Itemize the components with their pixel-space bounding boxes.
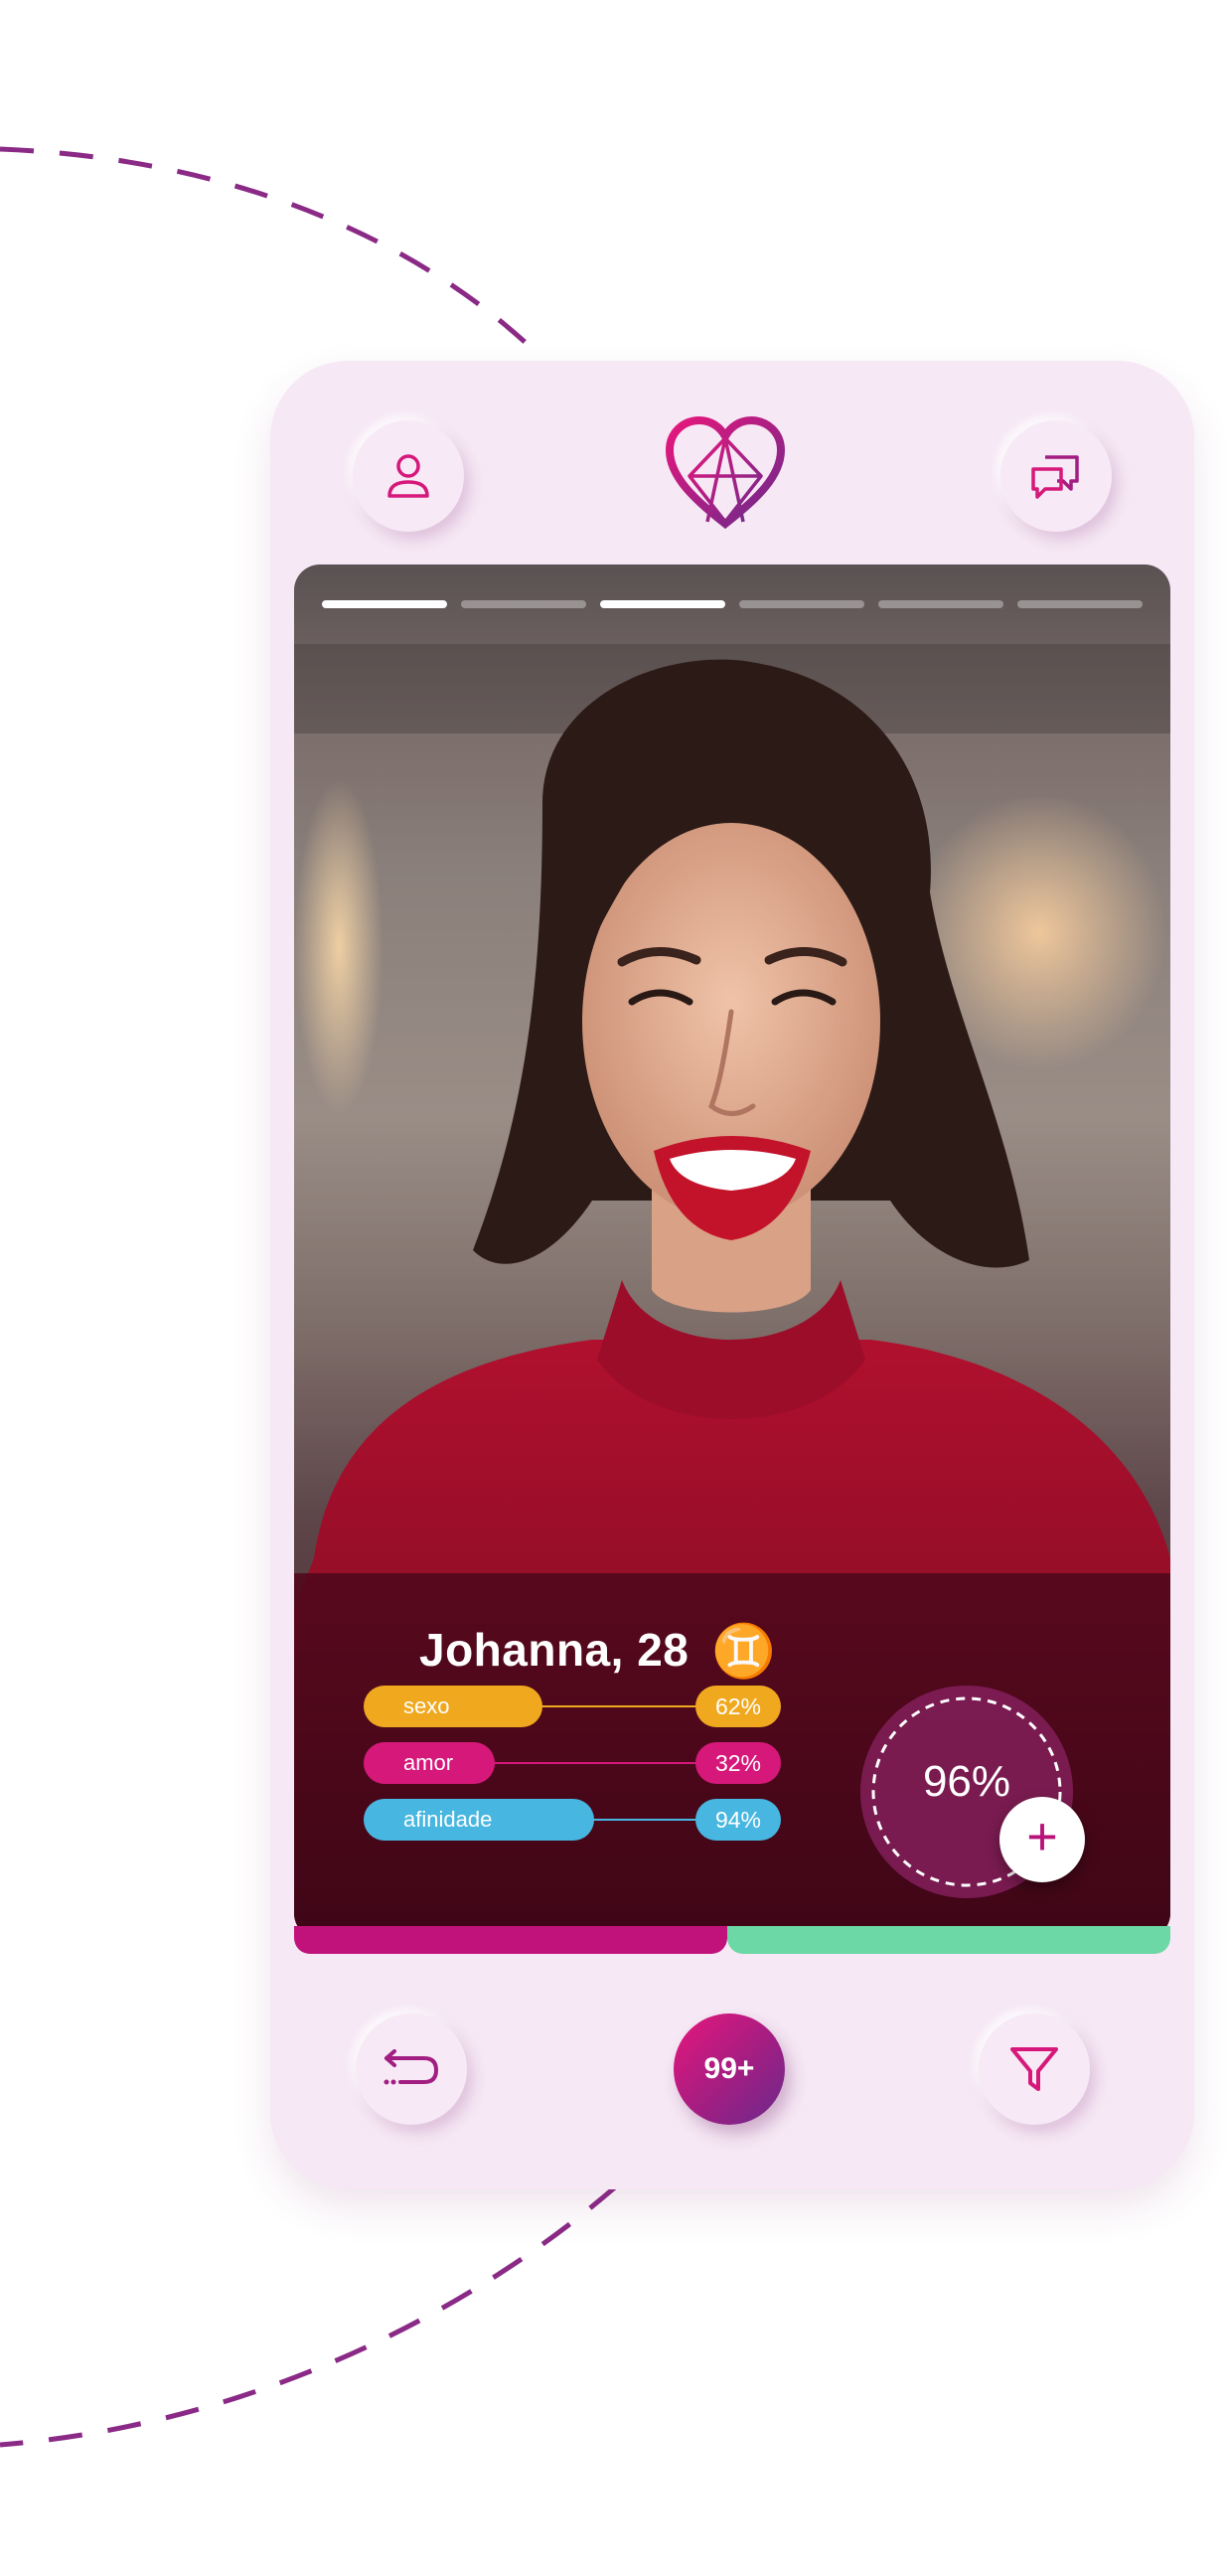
filter-button[interactable] <box>979 2013 1090 2125</box>
undo-return-icon <box>383 2049 439 2085</box>
filter-funnel-icon <box>1010 2047 1058 2091</box>
heart-logo-icon <box>665 415 786 530</box>
stat-sexo: sexo 62% <box>364 1686 781 1727</box>
progress-segment <box>878 600 1003 608</box>
profile-info-panel: Johanna, 28 ♊ sexo 62% amor 32% afinidad… <box>294 1573 1170 1939</box>
dislike-tab[interactable] <box>294 1926 727 1954</box>
progress-segment <box>461 600 586 608</box>
profile-name-age: Johanna, 28 <box>419 1624 690 1676</box>
chat-button[interactable] <box>1000 420 1112 532</box>
progress-segment <box>1017 600 1143 608</box>
stat-afinidade: afinidade 94% <box>364 1799 781 1841</box>
user-icon <box>387 454 429 498</box>
like-tab[interactable] <box>727 1926 1170 1954</box>
phone-frame: Johanna, 28 ♊ sexo 62% amor 32% afinidad… <box>270 361 1194 2189</box>
profile-button[interactable] <box>353 420 464 532</box>
notifications-badge[interactable]: 99+ <box>674 2013 785 2125</box>
progress-segment <box>322 600 447 608</box>
stat-percent: 62% <box>695 1686 781 1727</box>
gemini-zodiac-icon: ♊ <box>711 1621 776 1682</box>
stat-amor: amor 32% <box>364 1742 781 1784</box>
profile-card[interactable]: Johanna, 28 ♊ sexo 62% amor 32% afinidad… <box>294 564 1170 1939</box>
stat-label: amor <box>364 1742 495 1784</box>
progress-segment <box>739 600 864 608</box>
add-match-button[interactable]: + <box>999 1797 1085 1882</box>
stat-percent: 32% <box>695 1742 781 1784</box>
progress-segment <box>600 600 725 608</box>
stat-label: sexo <box>364 1686 542 1727</box>
stat-label: afinidade <box>364 1799 594 1841</box>
stat-percent: 94% <box>695 1799 781 1841</box>
chat-bubbles-icon <box>1031 455 1079 499</box>
photo-progress <box>322 600 1143 608</box>
undo-button[interactable] <box>356 2013 467 2125</box>
